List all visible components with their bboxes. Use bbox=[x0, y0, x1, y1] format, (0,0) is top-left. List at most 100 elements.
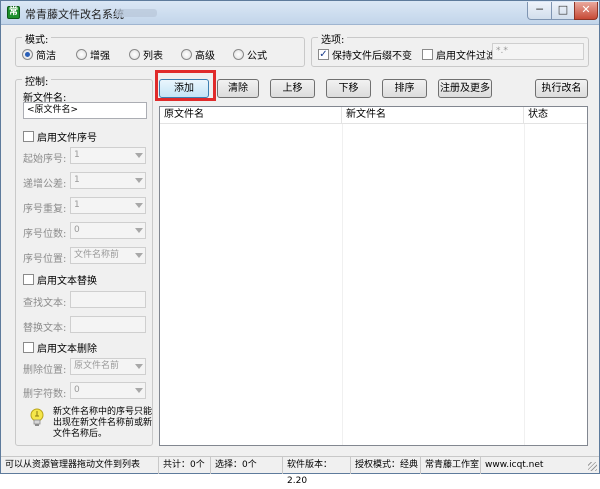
mode-radio-enhanced[interactable]: 增强 bbox=[76, 47, 110, 62]
dropdown-arrow-icon bbox=[135, 364, 143, 369]
title-bar[interactable]: 常 常青藤文件改名系统 ─ □ ✕ bbox=[1, 1, 599, 25]
delete-position-value: 原文件名前 bbox=[74, 361, 120, 371]
control-group-title: 控制: bbox=[22, 73, 52, 88]
delete-count-label: 删字符数: bbox=[23, 389, 67, 400]
start-number-value: 1 bbox=[74, 150, 80, 160]
status-version: 软件版本：2.20 bbox=[283, 457, 351, 486]
checkbox-icon bbox=[23, 342, 34, 353]
checkbox-icon bbox=[422, 49, 433, 60]
sequence-position-label: 序号位置: bbox=[23, 254, 67, 265]
radio-icon bbox=[76, 49, 87, 60]
mode-label-list: 列表 bbox=[143, 51, 163, 62]
status-selected: 选择：0个 bbox=[211, 457, 283, 474]
file-list-table[interactable]: 原文件名 新文件名 状态 bbox=[159, 106, 588, 446]
add-button-highlight bbox=[155, 70, 216, 101]
sequence-position-select[interactable]: 文件名称前 bbox=[70, 247, 146, 264]
app-icon: 常 bbox=[7, 6, 20, 19]
step-select[interactable]: 1 bbox=[70, 172, 146, 189]
sort-button[interactable]: 排序 bbox=[382, 79, 427, 98]
keep-extension-label: 保持文件后缀不变 bbox=[332, 51, 412, 62]
repeat-label: 序号重复: bbox=[23, 204, 67, 215]
status-total: 共计：0个 bbox=[159, 457, 211, 474]
step-value: 1 bbox=[74, 175, 80, 185]
enable-sequence-label: 启用文件序号 bbox=[37, 133, 97, 144]
column-header-original-name[interactable]: 原文件名 bbox=[160, 107, 342, 124]
lightbulb-icon bbox=[30, 408, 44, 426]
status-bar: 可以从资源管理器拖动文件到列表 共计：0个 选择：0个 软件版本：2.20 授权… bbox=[1, 456, 599, 486]
keep-extension-checkbox[interactable]: ✓ 保持文件后缀不变 bbox=[318, 47, 412, 62]
register-more-button[interactable]: 注册及更多 bbox=[438, 79, 492, 98]
dropdown-arrow-icon bbox=[135, 178, 143, 183]
radio-selected-icon bbox=[22, 49, 33, 60]
window-title: 常青藤文件改名系统 bbox=[25, 8, 124, 21]
delete-count-select[interactable]: 0 bbox=[70, 382, 146, 399]
main-window: 常 常青藤文件改名系统 ─ □ ✕ 模式: 简洁 增强 列表 高级 公式 选项:… bbox=[0, 0, 600, 486]
delete-position-label: 删除位置: bbox=[23, 365, 67, 376]
digits-select[interactable]: 0 bbox=[70, 222, 146, 239]
enable-delete-label: 启用文本删除 bbox=[37, 344, 97, 355]
status-studio: 常青藤工作室 bbox=[421, 457, 481, 474]
status-website[interactable]: www.icqt.net bbox=[481, 457, 551, 474]
column-header-new-name[interactable]: 新文件名 bbox=[342, 107, 524, 124]
checkbox-checked-icon: ✓ bbox=[318, 49, 329, 60]
dropdown-arrow-icon bbox=[135, 203, 143, 208]
digits-label: 序号位数: bbox=[23, 229, 67, 240]
dropdown-arrow-icon bbox=[135, 253, 143, 258]
checkbox-icon bbox=[23, 274, 34, 285]
mode-radio-advanced[interactable]: 高级 bbox=[181, 47, 215, 62]
options-group: 选项: ✓ 保持文件后缀不变 启用文件过滤 *.* bbox=[311, 31, 589, 67]
mode-group: 模式: 简洁 增强 列表 高级 公式 bbox=[15, 31, 305, 67]
dropdown-arrow-icon bbox=[135, 228, 143, 233]
delete-count-value: 0 bbox=[74, 385, 80, 395]
radio-icon bbox=[129, 49, 140, 60]
step-label: 递增公差: bbox=[23, 179, 67, 190]
find-text-label: 查找文本: bbox=[23, 298, 67, 309]
start-number-label: 起始序号: bbox=[23, 154, 67, 165]
repeat-select[interactable]: 1 bbox=[70, 197, 146, 214]
column-divider bbox=[524, 124, 525, 445]
mode-group-title: 模式: bbox=[22, 31, 52, 46]
checkbox-icon bbox=[23, 131, 34, 142]
status-license: 授权模式：经典 bbox=[351, 457, 421, 474]
dropdown-arrow-icon bbox=[135, 153, 143, 158]
start-number-select[interactable]: 1 bbox=[70, 147, 146, 164]
move-down-button[interactable]: 下移 bbox=[326, 79, 371, 98]
digits-value: 0 bbox=[74, 225, 80, 235]
replace-text-label: 替换文本: bbox=[23, 323, 67, 334]
file-filter-label: 启用文件过滤 bbox=[436, 51, 496, 62]
enable-delete-checkbox[interactable]: 启用文本删除 bbox=[23, 340, 97, 355]
column-divider bbox=[342, 124, 343, 445]
mode-radio-simple[interactable]: 简洁 bbox=[22, 47, 56, 62]
maximize-button[interactable]: □ bbox=[551, 2, 575, 20]
close-button[interactable]: ✕ bbox=[574, 2, 598, 20]
file-filter-input[interactable]: *.* bbox=[492, 43, 584, 60]
sequence-note: 新文件名称中的序号只能出现在新文件名称前或新文件名称后。 bbox=[53, 407, 153, 439]
delete-position-select[interactable]: 原文件名前 bbox=[70, 358, 146, 375]
sequence-position-value: 文件名称前 bbox=[74, 250, 120, 260]
resize-grip-icon[interactable] bbox=[588, 462, 597, 471]
status-hint: 可以从资源管理器拖动文件到列表 bbox=[1, 457, 159, 474]
replace-text-input[interactable] bbox=[70, 316, 146, 333]
mode-radio-formula[interactable]: 公式 bbox=[233, 47, 267, 62]
title-blurred-region bbox=[115, 9, 157, 17]
repeat-value: 1 bbox=[74, 200, 80, 210]
mode-label-simple: 简洁 bbox=[36, 51, 56, 62]
minimize-button[interactable]: ─ bbox=[527, 2, 552, 20]
find-text-input[interactable] bbox=[70, 291, 146, 308]
clear-button[interactable]: 清除 bbox=[217, 79, 259, 98]
table-header: 原文件名 新文件名 状态 bbox=[160, 107, 587, 124]
enable-replace-checkbox[interactable]: 启用文本替换 bbox=[23, 272, 97, 287]
enable-sequence-checkbox[interactable]: 启用文件序号 bbox=[23, 129, 97, 144]
mode-radio-list[interactable]: 列表 bbox=[129, 47, 163, 62]
file-filter-checkbox[interactable]: 启用文件过滤 bbox=[422, 47, 496, 62]
move-up-button[interactable]: 上移 bbox=[270, 79, 315, 98]
options-group-title: 选项: bbox=[318, 31, 348, 46]
execute-rename-button[interactable]: 执行改名 bbox=[535, 79, 588, 98]
enable-replace-label: 启用文本替换 bbox=[37, 276, 97, 287]
radio-icon bbox=[233, 49, 244, 60]
mode-label-formula: 公式 bbox=[247, 51, 267, 62]
mode-label-advanced: 高级 bbox=[195, 51, 215, 62]
column-header-status[interactable]: 状态 bbox=[524, 107, 587, 124]
mode-label-enhanced: 增强 bbox=[90, 51, 110, 62]
new-name-input[interactable]: <原文件名> bbox=[23, 102, 147, 119]
